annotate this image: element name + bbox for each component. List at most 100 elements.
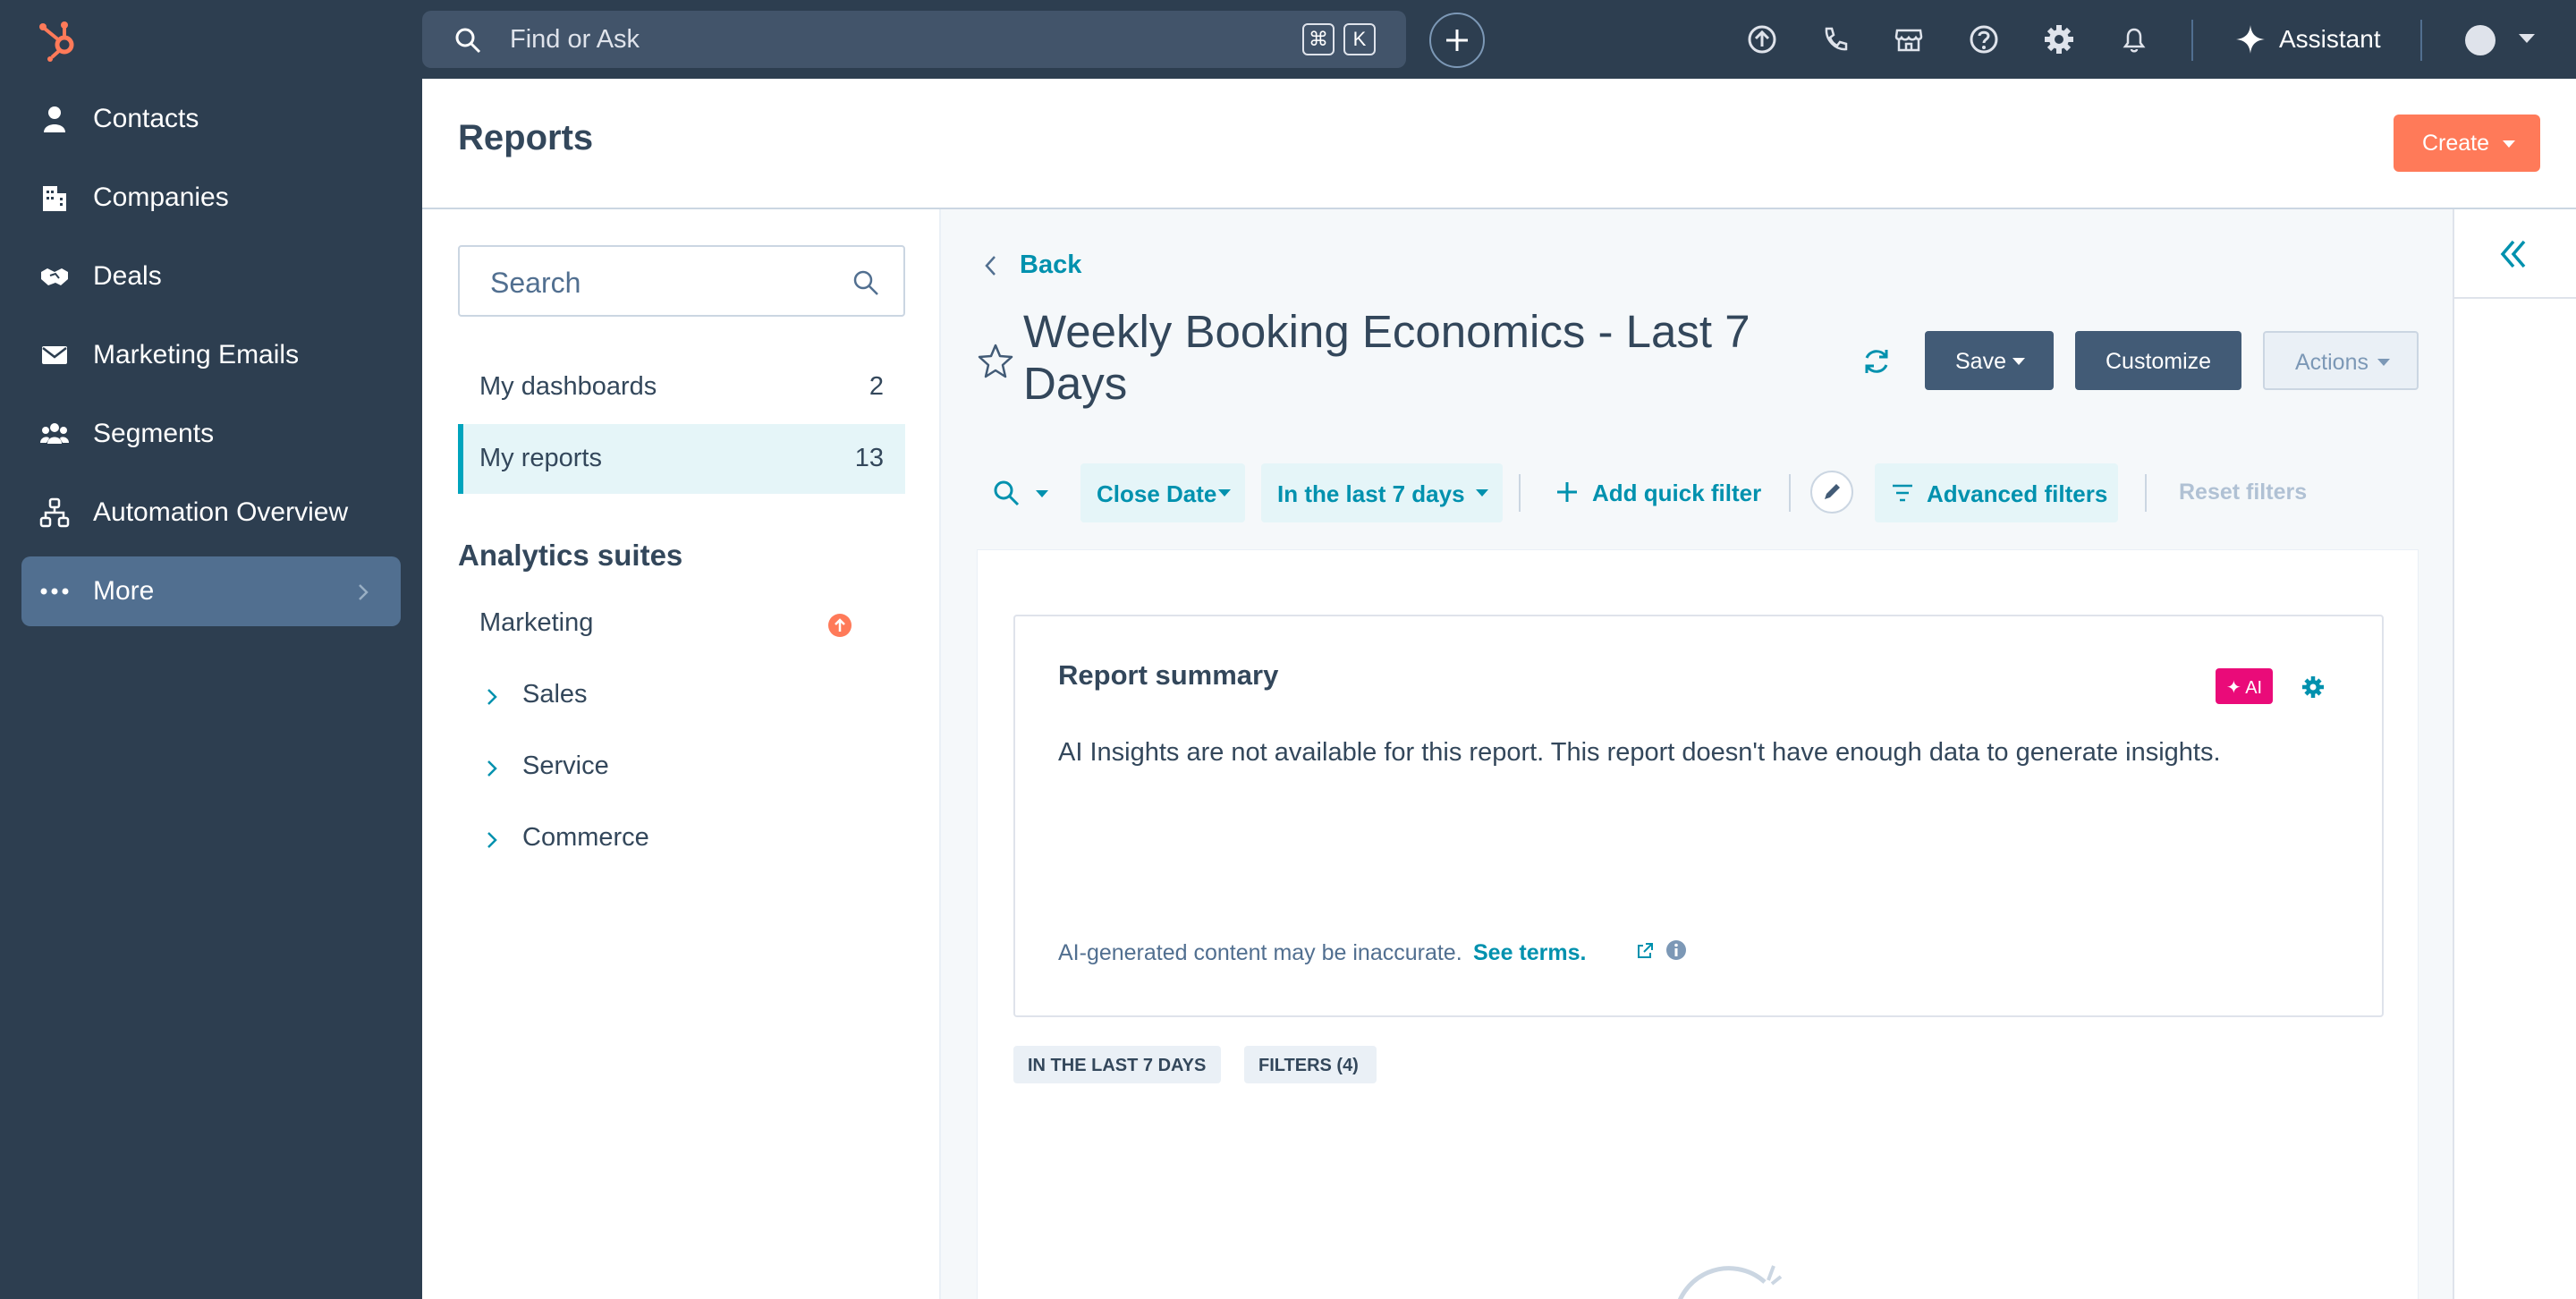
caret-down-icon: [1218, 489, 1231, 497]
notifications-bell-icon[interactable]: [2116, 21, 2152, 57]
suite-label: Commerce: [522, 823, 649, 852]
reset-filters-button[interactable]: Reset filters: [2179, 480, 2307, 505]
caret-down-icon: [2377, 359, 2390, 366]
info-icon[interactable]: [1665, 938, 1688, 962]
customize-button-label: Customize: [2106, 349, 2212, 374]
ai-badge: ✦ AI: [2216, 668, 2273, 704]
sidebar-item-marketing-emails[interactable]: Marketing Emails: [21, 320, 401, 390]
sidebar-item-label: Companies: [93, 183, 229, 212]
save-button-label: Save: [1955, 349, 2006, 374]
refresh-icon[interactable]: [1859, 344, 1894, 379]
create-button-label: Create: [2422, 131, 2490, 156]
settings-gear-icon[interactable]: [2300, 674, 2326, 700]
collapse-panel-button[interactable]: [2454, 209, 2576, 299]
back-label: Back: [1020, 250, 1082, 279]
sidebar-item-companies[interactable]: Companies: [21, 163, 401, 233]
plus-icon: [1557, 482, 1577, 502]
more-dots-icon: [40, 588, 69, 595]
double-chevron-left-icon: [2500, 240, 2526, 268]
nav-label: My reports: [479, 444, 602, 472]
sidebar-item-more[interactable]: More: [21, 556, 401, 626]
caret-down-icon[interactable]: [1036, 490, 1048, 497]
caret-down-icon: [1476, 489, 1488, 497]
user-avatar[interactable]: [2465, 25, 2496, 55]
report-summary-title: Report summary: [1058, 659, 1279, 691]
customize-button[interactable]: Customize: [2075, 331, 2241, 390]
sidebar-item-label: More: [93, 576, 155, 606]
command-key-hint: ⌘: [1302, 23, 1335, 55]
sidebar-item-label: Deals: [93, 261, 162, 291]
chevron-right-icon: [487, 760, 497, 777]
report-card: Report summary ✦ AI AI Insights are not …: [977, 549, 2419, 1299]
sidebar-item-segments[interactable]: Segments: [21, 399, 401, 469]
marketplace-icon[interactable]: [1891, 21, 1927, 57]
workflow-icon: [39, 497, 70, 528]
sidebar-item-deals[interactable]: Deals: [21, 242, 401, 311]
k-key-hint: K: [1343, 23, 1376, 55]
caret-down-icon: [2012, 358, 2025, 365]
filter-divider: [1789, 474, 1791, 512]
phone-icon[interactable]: [1818, 21, 1853, 57]
suite-service[interactable]: Service: [458, 741, 905, 794]
report-main: Back Weekly Booking Economics - Last 7 D…: [941, 209, 2453, 1299]
account-caret-icon[interactable]: [2519, 34, 2535, 43]
page-title: Reports: [458, 118, 594, 157]
analytics-suites-heading: Analytics suites: [458, 539, 683, 572]
settings-gear-icon[interactable]: [2041, 21, 2077, 57]
external-link-icon[interactable]: [1634, 940, 1656, 962]
advanced-filters-label: Advanced filters: [1927, 480, 2108, 507]
ai-badge-label: ✦ AI: [2226, 678, 2263, 698]
see-terms-link[interactable]: See terms.: [1473, 940, 1586, 966]
envelope-icon: [42, 346, 67, 364]
add-quick-filter-label: Add quick filter: [1592, 480, 1762, 506]
suite-sales[interactable]: Sales: [458, 669, 905, 723]
help-icon[interactable]: [1966, 21, 2002, 57]
hubspot-logo-icon[interactable]: [36, 18, 80, 63]
sidebar-item-label: Marketing Emails: [93, 340, 300, 369]
pencil-icon: [1825, 484, 1840, 499]
nav-my-reports[interactable]: My reports 13: [458, 424, 905, 494]
suite-commerce[interactable]: Commerce: [458, 812, 905, 866]
tag-label: IN THE LAST 7 DAYS: [1028, 1056, 1207, 1075]
assistant-label: Assistant: [2279, 25, 2381, 53]
create-button[interactable]: Create: [2394, 115, 2540, 172]
actions-button[interactable]: Actions: [2263, 331, 2419, 390]
nav-label: My dashboards: [479, 372, 657, 401]
advanced-filters-button[interactable]: Advanced filters: [1875, 463, 2118, 522]
nav-count: 2: [869, 372, 884, 401]
ai-disclaimer-text: AI-generated content may be inaccurate.: [1058, 940, 1462, 965]
reports-search-input[interactable]: Search: [458, 245, 905, 317]
sidebar: Contacts Companies Deals Marketing Email…: [0, 79, 422, 1299]
chevron-right-icon: [487, 832, 497, 848]
report-title: Weekly Booking Economics - Last 7 Days: [1023, 306, 1750, 409]
filter-lines-icon: [1893, 484, 1912, 502]
people-icon: [40, 423, 69, 444]
favorite-star-icon[interactable]: [977, 342, 1014, 379]
date-range-label: In the last 7 days: [1277, 480, 1465, 507]
date-range-filter[interactable]: In the last 7 days: [1261, 463, 1503, 522]
filter-divider: [2145, 474, 2147, 512]
upgrade-icon[interactable]: [1744, 21, 1780, 57]
building-icon: [43, 186, 66, 211]
nav-my-dashboards[interactable]: My dashboards 2: [458, 352, 905, 422]
edit-filters-button[interactable]: [1810, 471, 1853, 514]
topnav-divider: [2191, 20, 2193, 61]
quick-create-button[interactable]: [1429, 13, 1485, 68]
loading-illustration-icon: [1678, 1265, 1783, 1299]
search-placeholder: Search: [490, 267, 581, 299]
save-button[interactable]: Save: [1925, 331, 2054, 390]
sidebar-item-contacts[interactable]: Contacts: [21, 84, 401, 154]
filter-search-icon[interactable]: [991, 478, 1021, 508]
sidebar-item-label: Segments: [93, 419, 215, 448]
close-date-filter[interactable]: Close Date: [1080, 463, 1245, 522]
handshake-icon: [41, 268, 68, 285]
sidebar-item-automation-overview[interactable]: Automation Overview: [21, 478, 401, 548]
reports-left-panel: Search My dashboards 2 My reports 13 Ana…: [422, 209, 941, 1299]
nav-count: 13: [854, 444, 884, 472]
chevron-right-icon: [487, 689, 497, 705]
global-search-bar[interactable]: Find or Ask ⌘ K: [422, 11, 1406, 68]
search-icon: [853, 270, 878, 295]
filter-divider: [1519, 474, 1521, 512]
suite-label: Sales: [522, 680, 588, 709]
upgrade-badge-icon[interactable]: [828, 614, 852, 637]
